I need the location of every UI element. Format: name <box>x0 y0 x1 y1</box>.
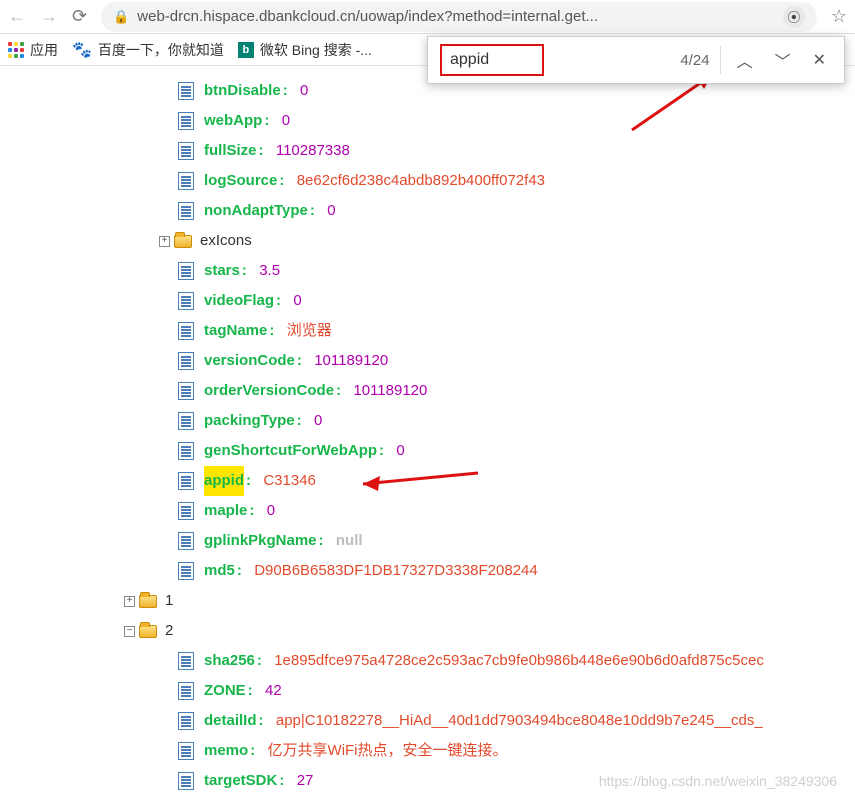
doc-icon <box>178 532 194 550</box>
doc-icon <box>178 382 194 400</box>
reload-icon[interactable]: ⟳ <box>72 6 87 27</box>
find-next-icon[interactable]: ﹀ <box>769 44 797 76</box>
tree-row[interactable]: webApp: 0 <box>14 106 855 136</box>
doc-icon <box>178 442 194 460</box>
doc-icon <box>178 682 194 700</box>
bookmark-star-icon[interactable]: ☆ <box>831 6 847 27</box>
find-in-page-bar: 4/24 ︿ ﹀ ✕ <box>427 36 845 84</box>
tree-row[interactable]: packingType: 0 <box>14 406 855 436</box>
tree-row[interactable]: genShortcutForWebApp: 0 <box>14 436 855 466</box>
doc-icon <box>178 502 194 520</box>
json-tree: btnDisable: 0 webApp: 0 fullSize: 110287… <box>0 66 855 796</box>
back-icon[interactable]: ← <box>8 6 26 27</box>
tree-row[interactable]: orderVersionCode: 101189120 <box>14 376 855 406</box>
tree-row[interactable]: maple: 0 <box>14 496 855 526</box>
bookmark-baidu[interactable]: 🐾 百度一下，你就知道 <box>72 40 224 60</box>
find-input[interactable] <box>440 44 544 76</box>
tree-row[interactable]: versionCode: 101189120 <box>14 346 855 376</box>
doc-icon <box>178 142 194 160</box>
tree-row-folder[interactable]: −2 <box>14 616 855 646</box>
doc-icon <box>178 472 194 490</box>
baidu-icon: 🐾 <box>72 40 92 60</box>
lock-icon: 🔒 <box>113 9 129 25</box>
tree-row[interactable]: logSource: 8e62cf6d238c4abdb892b400ff072… <box>14 166 855 196</box>
tree-row[interactable]: memo: 亿万共享WiFi热点，安全一键连接。 <box>14 736 855 766</box>
folder-icon <box>139 595 157 608</box>
bing-icon: b <box>238 42 254 58</box>
folder-icon <box>174 235 192 248</box>
url-text: web-drcn.hispace.dbankcloud.cn/uowap/ind… <box>137 8 775 25</box>
doc-icon <box>178 172 194 190</box>
tree-row[interactable]: videoFlag: 0 <box>14 286 855 316</box>
doc-icon <box>178 742 194 760</box>
forward-icon[interactable]: → <box>40 6 58 27</box>
doc-icon <box>178 262 194 280</box>
tree-row[interactable]: ZONE: 42 <box>14 676 855 706</box>
doc-icon <box>178 322 194 340</box>
doc-icon <box>178 652 194 670</box>
expand-icon[interactable]: + <box>159 236 170 247</box>
bookmark-label: 百度一下，你就知道 <box>98 40 224 60</box>
apps-icon <box>8 42 24 58</box>
tree-row[interactable]: tagName: 浏览器 <box>14 316 855 346</box>
doc-icon <box>178 712 194 730</box>
doc-icon <box>178 772 194 790</box>
tree-row[interactable]: fullSize: 110287338 <box>14 136 855 166</box>
tree-row[interactable]: md5: D90B6B6583DF1DB17327D3338F208244 <box>14 556 855 586</box>
tree-row[interactable]: detailId: app|C10182278__HiAd__40d1dd790… <box>14 706 855 736</box>
apps-shortcut[interactable]: 应用 <box>8 40 58 60</box>
doc-icon <box>178 562 194 580</box>
collapse-icon[interactable]: − <box>124 626 135 637</box>
folder-icon <box>139 625 157 638</box>
tree-row-appid[interactable]: appid: C31346 <box>14 466 855 496</box>
watermark: https://blog.csdn.net/weixin_38249306 <box>599 773 837 789</box>
doc-icon <box>178 82 194 100</box>
highlighted-key: appid <box>204 466 244 496</box>
url-bar[interactable]: 🔒 web-drcn.hispace.dbankcloud.cn/uowap/i… <box>101 2 817 32</box>
doc-icon <box>178 412 194 430</box>
apps-label: 应用 <box>30 40 58 60</box>
expand-icon[interactable]: + <box>124 596 135 607</box>
doc-icon <box>178 292 194 310</box>
find-close-icon[interactable]: ✕ <box>807 46 832 74</box>
bookmark-bing[interactable]: b 微软 Bing 搜索 -... <box>238 40 372 60</box>
tree-row[interactable]: gplinkPkgName: null <box>14 526 855 556</box>
page-zoom-icon[interactable]: ⦿ <box>783 6 805 28</box>
tree-row[interactable]: sha256: 1e895dfce975a4728ce2c593ac7cb9fe… <box>14 646 855 676</box>
tree-row[interactable]: nonAdaptType: 0 <box>14 196 855 226</box>
find-count: 4/24 <box>680 52 709 69</box>
doc-icon <box>178 202 194 220</box>
tree-row-folder[interactable]: +exIcons <box>14 226 855 256</box>
bookmark-label: 微软 Bing 搜索 -... <box>260 40 372 60</box>
tree-row[interactable]: stars: 3.5 <box>14 256 855 286</box>
doc-icon <box>178 352 194 370</box>
tree-row-folder[interactable]: +1 <box>14 586 855 616</box>
find-prev-icon[interactable]: ︿ <box>731 44 759 76</box>
doc-icon <box>178 112 194 130</box>
